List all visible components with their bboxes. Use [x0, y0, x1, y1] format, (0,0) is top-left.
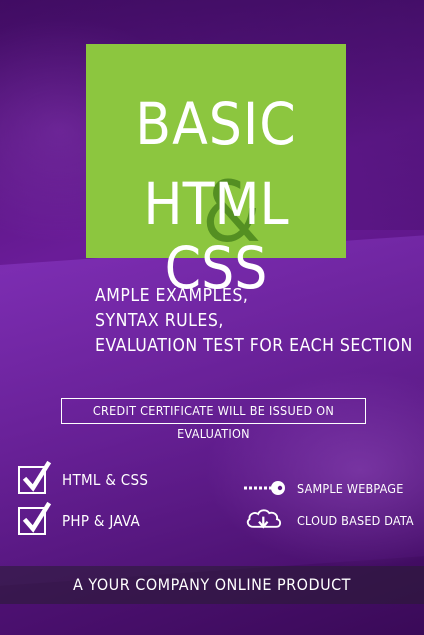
feature-item: SYNTAX RULES, — [95, 311, 224, 331]
feature-item: EVALUATION TEST FOR EACH SECTION — [95, 336, 413, 356]
service-label: CLOUD BASED DATA — [297, 512, 414, 528]
checkbox-checked-icon — [18, 460, 52, 494]
feature-item: AMPLE EXAMPLES, — [95, 286, 249, 306]
checklist-item-html-css: HTML & CSS — [18, 460, 149, 494]
service-sample-webpage: SAMPLE WEBPAGE — [242, 476, 404, 500]
service-cloud-data: CLOUD BASED DATA — [242, 508, 414, 532]
certificate-notice: CREDIT CERTIFICATE WILL BE ISSUED ON EVA… — [61, 398, 366, 441]
checklist-label: PHP & JAVA — [62, 512, 140, 530]
key-icon — [244, 481, 285, 495]
checklist-item-php-java: PHP & JAVA — [18, 501, 140, 535]
feature-list: AMPLE EXAMPLES, SYNTAX RULES, EVALUATION… — [95, 284, 413, 359]
footer-text: A YOUR COMPANY ONLINE PRODUCT — [73, 575, 351, 594]
service-label: SAMPLE WEBPAGE — [297, 480, 404, 496]
cloud-download-icon — [246, 509, 282, 529]
footer-bar: A YOUR COMPANY ONLINE PRODUCT — [0, 566, 424, 604]
checklist-label: HTML & CSS — [62, 471, 149, 489]
checkbox-checked-icon — [18, 501, 52, 535]
title-block: & BASIC HTML CSS — [86, 44, 346, 300]
title-basic: BASIC — [135, 90, 297, 158]
title-html-css: HTML CSS — [143, 170, 289, 302]
